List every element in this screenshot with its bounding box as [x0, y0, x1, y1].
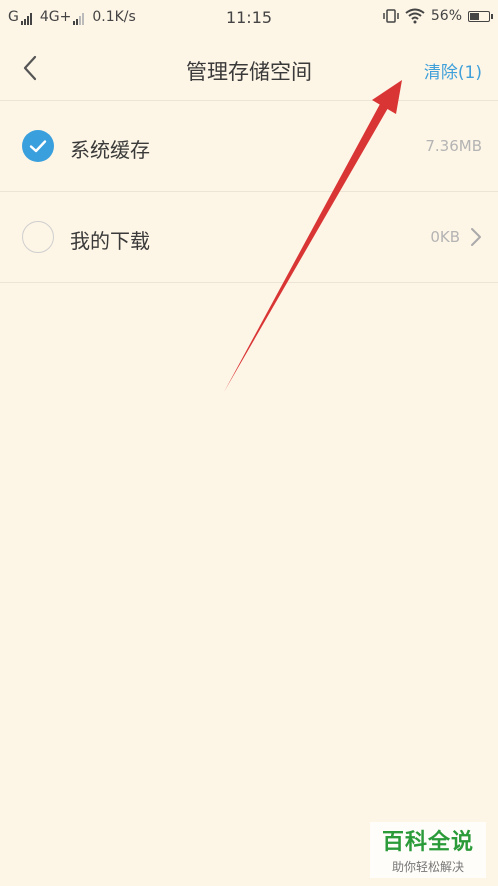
battery-icon	[468, 10, 493, 22]
item-size: 7.36MB	[425, 137, 482, 155]
title-bar: 管理存储空间 清除(1)	[0, 36, 498, 101]
item-label: 系统缓存	[70, 138, 150, 162]
vibrate-icon	[383, 9, 399, 23]
battery-percent: 56%	[430, 8, 462, 24]
chevron-right-icon[interactable]	[468, 226, 484, 248]
watermark: 百科全说 助你轻松解决	[370, 822, 486, 878]
back-button[interactable]	[16, 52, 46, 84]
list-item-system-cache[interactable]: 系统缓存 7.36MB	[0, 101, 498, 192]
status-icons: 56%	[383, 8, 493, 24]
checkbox-unchecked[interactable]	[22, 221, 54, 253]
battery-fill	[470, 12, 479, 20]
item-size: 0KB	[430, 228, 460, 246]
back-icon	[23, 55, 37, 81]
watermark-title: 百科全说	[381, 830, 474, 855]
checkbox-checked[interactable]	[22, 130, 54, 162]
checkmark-icon	[29, 140, 47, 153]
list-item-my-downloads[interactable]: 我的下载 0KB	[0, 192, 498, 283]
watermark-subtitle: 助你轻松解决	[391, 860, 464, 874]
item-label: 我的下载	[70, 229, 150, 253]
status-bar: G 4G+ 0.1K/s 11:15 56%	[0, 0, 498, 36]
wifi-icon	[405, 8, 425, 24]
clear-button[interactable]: 清除(1)	[424, 58, 482, 83]
